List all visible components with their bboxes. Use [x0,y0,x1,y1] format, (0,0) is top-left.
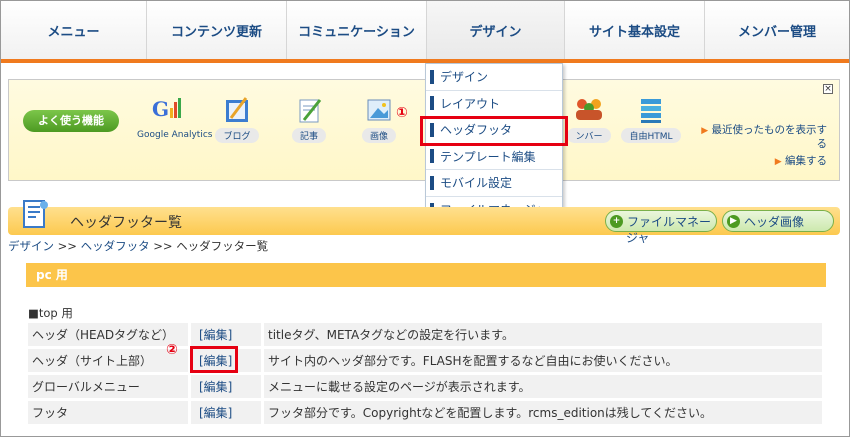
row-action-cell: [編集] [191,375,261,398]
bullet-icon [430,175,434,190]
svg-text:G: G [152,97,169,121]
table-row: ヘッダ（HEADタグなど） [編集] titleタグ、METAタグなどの設定を行… [28,323,822,346]
row-name: ヘッダ（HEADタグなど） [28,323,188,346]
highlight-box-header-footer [420,116,568,146]
image-icon [367,99,391,121]
row-name: ヘッダ（サイト上部） [28,349,188,372]
fav-label-google-analytics: Google Analytics [137,130,213,140]
nav-communication[interactable]: コミュニケーション [287,1,427,59]
row-description: サイト内のヘッダ部分です。FLASHを配置するなど自由にお使いください。 [264,349,822,372]
row-action-cell: [編集] [191,323,261,346]
header-image-button[interactable]: ▶ ヘッダ画像 [722,210,834,232]
dropdown-label: テンプレート編集 [440,149,536,164]
table-row: グローバルメニュー [編集] メニューに載せる設定のページが表示されます。 [28,375,822,398]
table-row: フッタ [編集] フッタ部分です。Copyrightなどを配置します。rcms_… [28,401,822,424]
fav-label-free-html: 自由HTML [621,128,681,143]
step-marker-2: ② [166,342,178,358]
row-name: フッタ [28,401,188,424]
triangle-icon: ▶ [701,126,709,136]
nav-design[interactable]: デザイン [427,1,565,59]
dropdown-label: レイアウト [440,96,501,111]
member-icon [576,99,602,120]
fav-label-article: 記事 [291,128,326,143]
dropdown-label: モバイル設定 [440,176,513,191]
file-manager-label: ファイルマネー [627,214,712,229]
recent-link[interactable]: ▶ 最近使ったものを表示する [697,124,827,151]
recent-link-label: 最近使ったものを表示する [711,124,828,150]
close-icon[interactable]: × [823,84,833,94]
header-footer-table: ヘッダ（HEADタグなど） [編集] titleタグ、METAタグなどの設定を行… [28,320,822,427]
fav-label-blog: ブログ [215,128,259,143]
edit-link[interactable]: [編集] [199,380,232,394]
dropdown-item-template-edit[interactable]: テンプレート編集 [426,144,562,170]
triangle-icon: ▶ [774,157,782,167]
nav-content-update[interactable]: コンテンツ更新 [147,1,287,59]
table-row: ヘッダ（サイト上部） [編集] サイト内のヘッダ部分です。FLASHを配置するな… [28,349,822,372]
fav-google-analytics[interactable]: G Google Analytics [137,94,212,140]
bullet-icon [430,69,434,84]
nav-member-management[interactable]: メンバー管理 [705,1,849,59]
subsection-top: ■top 用 [28,306,73,320]
dropdown-label: デザイン [440,70,489,85]
row-description: メニューに載せる設定のページが表示されます。 [264,375,822,398]
file-manager-button[interactable]: + ファイルマネー [605,210,717,232]
blog-icon [226,97,248,122]
edit-favorites-label: 編集する [785,155,827,167]
fav-article[interactable]: 記事 [279,94,339,143]
fav-free-html[interactable]: 自由HTML [621,94,681,143]
edit-favorites-link[interactable]: ▶ 編集する [697,155,827,169]
highlight-box-edit [190,346,238,373]
breadcrumb-current: ヘッダフッター覧 [176,239,269,253]
favorites-links: ▶ 最近使ったものを表示する ▶ 編集する [697,124,827,169]
fav-blog[interactable]: ブログ [207,94,267,143]
nav-site-settings[interactable]: サイト基本設定 [565,1,705,59]
breadcrumb-separator: >> [57,239,77,253]
fav-member[interactable]: ンバー [559,94,619,143]
arrow-right-icon: ▶ [727,214,740,228]
edit-link[interactable]: [編集] [199,328,232,342]
breadcrumb-design[interactable]: デザイン [8,239,54,253]
dropdown-item-layout[interactable]: レイアウト [426,91,562,117]
bullet-icon [430,149,434,164]
article-icon [299,99,322,123]
top-navigation: メニュー コンテンツ更新 コミュニケーション デザイン サイト基本設定 メンバー… [1,1,849,63]
row-description: フッタ部分です。Copyrightなどを配置します。rcms_editionは残… [264,401,822,424]
breadcrumb-separator: >> [153,239,173,253]
breadcrumb-header-footer[interactable]: ヘッダフッタ [81,239,150,253]
section-header-pc: pc 用 [26,263,826,287]
step-marker-1: ① [396,105,408,121]
plus-icon: + [610,214,623,228]
bullet-icon [430,96,434,111]
row-name: グローバルメニュー [28,375,188,398]
file-manager-label-tail: ジャ [626,231,650,245]
header-image-label: ヘッダ画像 [744,214,805,229]
google-analytics-icon: G [152,97,181,121]
document-icon [23,200,48,228]
row-description: titleタグ、METAタグなどの設定を行います。 [264,323,822,346]
page-title: ヘッダフッター覧 [70,215,182,231]
favorites-label: よく使う機能 [23,110,119,132]
dropdown-item-mobile-settings[interactable]: モバイル設定 [426,170,562,197]
fav-label-image: 画像 [361,128,396,143]
fav-label-member: ンバー [567,128,611,143]
edit-link[interactable]: [編集] [199,406,232,420]
nav-menu[interactable]: メニュー [1,1,147,59]
breadcrumb: デザイン >> ヘッダフッタ >> ヘッダフッター覧 [8,238,268,254]
dropdown-item-design[interactable]: デザイン [426,64,562,91]
free-html-icon [641,99,661,123]
row-action-cell: [編集] [191,401,261,424]
